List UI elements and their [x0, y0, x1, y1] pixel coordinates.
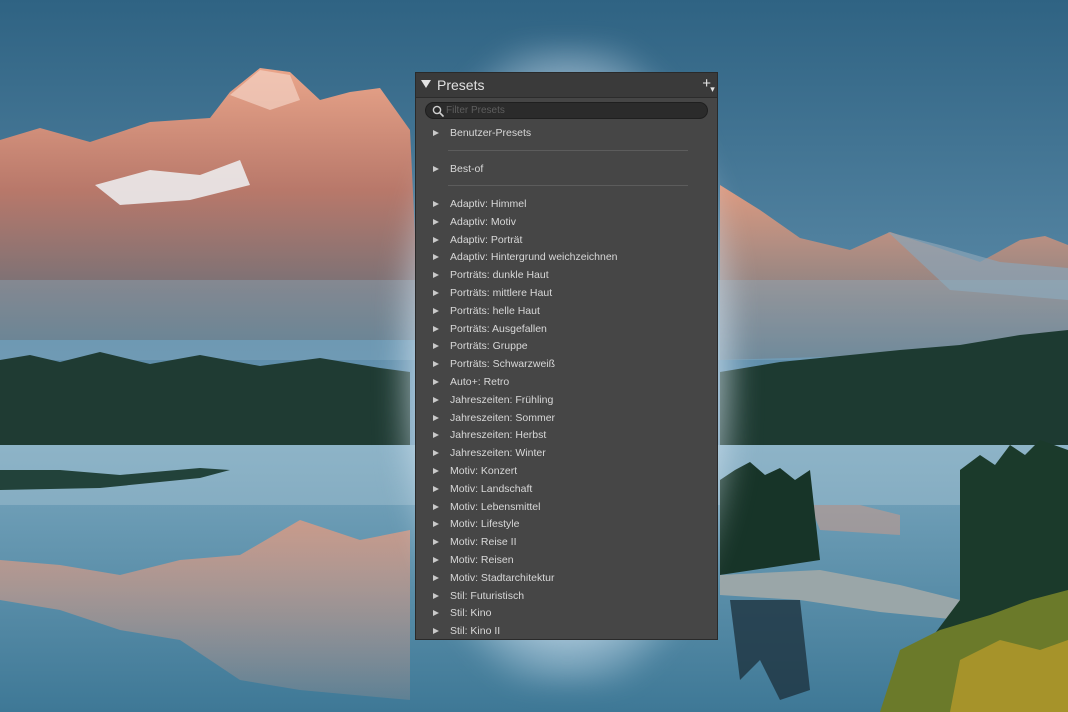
preset-group-label: Motiv: Lifestyle [450, 518, 520, 531]
divider [448, 185, 688, 186]
preset-group-item[interactable]: Jahreszeiten: Sommer [416, 410, 717, 428]
preset-group-label: Jahreszeiten: Herbst [450, 429, 547, 442]
panel-title: Presets [437, 77, 485, 93]
preset-group-item[interactable]: Motiv: Lebensmittel [416, 499, 717, 517]
preset-group-item[interactable]: Adaptiv: Hintergrund weichzeichnen [416, 249, 717, 267]
preset-group-item[interactable]: Motiv: Reisen [416, 552, 717, 570]
triangle-right-icon[interactable] [433, 574, 439, 581]
preset-group-label: Motiv: Reisen [450, 554, 514, 566]
preset-group-item[interactable]: Jahreszeiten: Winter [416, 445, 717, 463]
triangle-right-icon[interactable] [433, 628, 439, 635]
preset-group-best-of[interactable]: Best-of [416, 161, 717, 179]
triangle-right-icon[interactable] [433, 557, 439, 563]
triangle-right-icon[interactable] [433, 521, 439, 528]
preset-group-item[interactable]: Jahreszeiten: Herbst [416, 427, 717, 445]
triangle-right-icon[interactable] [433, 450, 439, 457]
preset-group-label: Benutzer-Presets [450, 127, 532, 139]
preset-group-item[interactable]: Motiv: Stadtarchitektur [416, 570, 717, 588]
preset-group-item[interactable]: Adaptiv: Porträt [416, 232, 717, 250]
preset-group-item[interactable]: Porträts: Schwarzweiß [416, 356, 717, 374]
preset-group-label: Jahreszeiten: Frühling [450, 393, 554, 406]
preset-group-label: Motiv: Reise II [450, 536, 517, 549]
triangle-right-icon[interactable] [433, 218, 439, 225]
plus-icon[interactable]: + ▾ [702, 75, 715, 94]
triangle-right-icon[interactable] [433, 432, 439, 439]
triangle-right-icon[interactable] [433, 539, 439, 546]
preset-group-label: Porträts: dunkle Haut [450, 269, 549, 282]
preset-group-label: Motiv: Landschaft [450, 482, 533, 495]
preset-group-label: Adaptiv: Motiv [450, 215, 516, 228]
preset-group-item[interactable]: Stil: Futuristisch [416, 588, 717, 606]
triangle-right-icon[interactable] [433, 254, 439, 261]
preset-group-item[interactable]: Auto+: Retro [416, 374, 717, 392]
triangle-right-icon[interactable] [433, 361, 439, 368]
preset-group-item[interactable]: Porträts: Ausgefallen [416, 321, 717, 339]
presets-panel-header[interactable]: Presets + ▾ [416, 73, 717, 98]
preset-group-item[interactable]: Porträts: helle Haut [416, 303, 717, 321]
preset-group-label: Adaptiv: Porträt [450, 233, 523, 246]
triangle-right-icon[interactable] [433, 592, 439, 599]
presets-panel: Presets +▾ Benutzer-Presets Best-of Adap… [415, 72, 718, 640]
triangle-right-icon[interactable] [433, 201, 439, 207]
preset-search-input[interactable] [446, 103, 701, 118]
preset-group-item[interactable]: Adaptiv: Motiv [416, 214, 717, 232]
preset-group-item[interactable]: Jahreszeiten: Frühling [416, 392, 717, 410]
triangle-right-icon[interactable] [433, 379, 439, 385]
preset-group-label: Motiv: Stadtarchitektur [450, 571, 555, 584]
preset-group-item[interactable]: Stil: Kino [416, 605, 717, 623]
preset-group-label: Stil: Kino II [450, 625, 501, 638]
triangle-right-icon[interactable] [433, 236, 439, 243]
preset-group-item[interactable]: Motiv: Reise II [416, 534, 717, 552]
preset-group-item[interactable]: Motiv: Landschaft [416, 481, 717, 499]
preset-group-item[interactable]: Porträts: Gruppe [416, 338, 717, 356]
triangle-right-icon[interactable] [433, 610, 439, 617]
search-icon [432, 105, 444, 117]
preset-group-label: Best-of [450, 163, 484, 175]
preset-group-benutzer-presets[interactable]: Benutzer-Presets [416, 125, 717, 143]
preset-group-label: Auto+: Retro [450, 376, 510, 388]
triangle-right-icon[interactable] [433, 290, 439, 296]
triangle-right-icon[interactable] [433, 325, 439, 332]
triangle-right-icon[interactable] [433, 503, 439, 510]
preset-group-item[interactable]: Adaptiv: Himmel [416, 196, 717, 214]
preset-group-label: Porträts: Ausgefallen [450, 322, 547, 335]
triangle-right-icon[interactable] [433, 485, 439, 492]
preset-group-label: Porträts: Gruppe [450, 340, 528, 353]
preset-group-item[interactable]: Motiv: Konzert [416, 463, 717, 481]
preset-group-label: Adaptiv: Hintergrund weichzeichnen [450, 251, 618, 264]
preset-group-item[interactable]: Porträts: dunkle Haut [416, 267, 717, 285]
divider [448, 150, 688, 151]
preset-group-label: Jahreszeiten: Winter [450, 447, 546, 460]
triangle-right-icon[interactable] [433, 166, 439, 172]
preset-group-label: Jahreszeiten: Sommer [450, 411, 556, 424]
preset-group-label: Porträts: mittlere Haut [450, 287, 553, 299]
triangle-right-icon[interactable] [433, 130, 439, 136]
preset-group-label: Motiv: Lebensmittel [450, 500, 541, 513]
triangle-right-icon[interactable] [433, 272, 439, 279]
preset-group-label: Stil: Futuristisch [450, 589, 525, 602]
preset-search-bar[interactable] [425, 102, 708, 119]
triangle-right-icon[interactable] [433, 396, 439, 403]
preset-group-item[interactable]: Porträts: mittlere Haut [416, 285, 717, 303]
triangle-right-icon[interactable] [433, 414, 439, 421]
triangle-right-icon[interactable] [433, 468, 439, 474]
preset-group-label: Stil: Kino [450, 607, 492, 620]
preset-group-label: Adaptiv: Himmel [450, 198, 527, 210]
triangle-right-icon[interactable] [433, 307, 439, 314]
triangle-right-icon[interactable] [433, 343, 439, 350]
preset-group-item[interactable]: Motiv: Lifestyle [416, 516, 717, 534]
preset-group-item[interactable]: Stil: Kino II [416, 623, 717, 639]
preset-group-label: Porträts: Schwarzweiß [450, 358, 556, 371]
preset-group-label: Porträts: helle Haut [450, 304, 540, 317]
triangle-down-icon[interactable] [421, 80, 431, 88]
preset-group-label: Motiv: Konzert [450, 465, 518, 477]
